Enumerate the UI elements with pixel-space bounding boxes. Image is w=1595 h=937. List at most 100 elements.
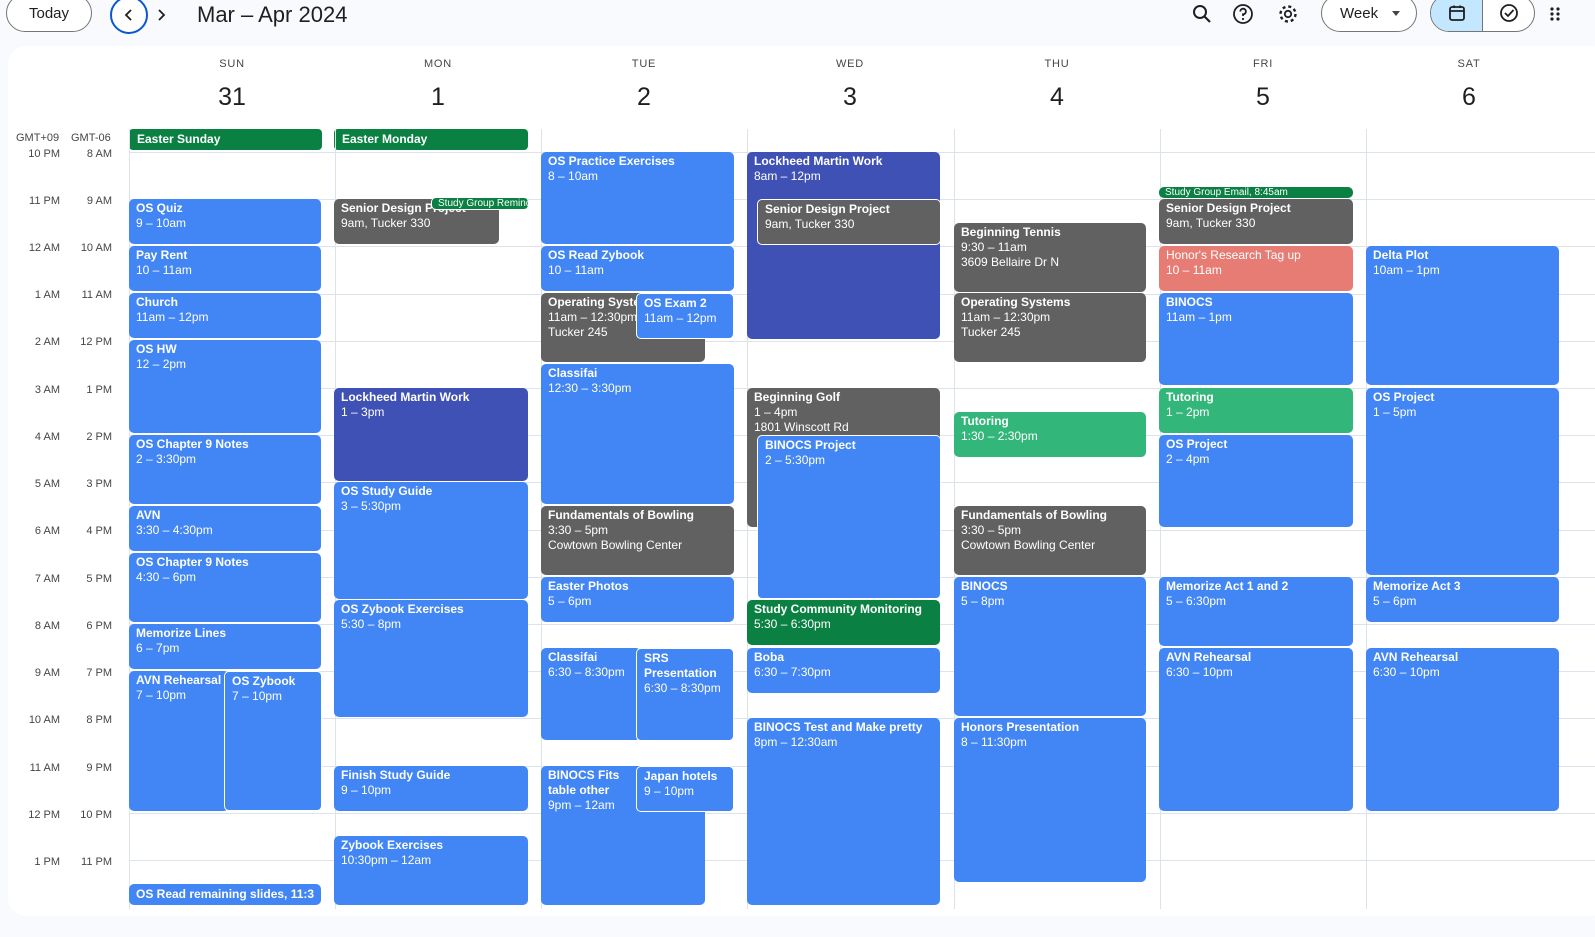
next-week-button[interactable] xyxy=(142,0,180,34)
event-time: 6 – 7pm xyxy=(136,641,180,655)
event-card[interactable]: Fundamentals of Bowling 3:30 – 5pm Cowto… xyxy=(954,506,1146,575)
event-card[interactable]: Memorize Lines 6 – 7pm xyxy=(129,624,321,669)
event-card[interactable]: OS Zybook Exercises 5:30 – 8pm xyxy=(334,600,528,717)
event-time: 8 – 11:30pm xyxy=(961,735,1027,749)
event-card[interactable]: SRS Presentation 6:30 – 8:30pm xyxy=(636,648,734,741)
event-card[interactable]: OS Zybook 7 – 10pm xyxy=(224,671,322,811)
event-card[interactable]: Tutoring 1 – 2pm xyxy=(1159,388,1353,433)
event-card[interactable]: OS Study Guide 3 – 5:30pm xyxy=(334,482,528,599)
event-card[interactable]: AVN 3:30 – 4:30pm xyxy=(129,506,321,551)
event-card[interactable]: OS HW 12 – 2pm xyxy=(129,340,321,433)
day-number[interactable]: 4 xyxy=(954,83,1160,112)
event-title: Tutoring xyxy=(1166,390,1214,404)
event-card[interactable]: BINOCS 5 – 8pm xyxy=(954,577,1146,716)
event-card[interactable]: OS Read Zybook 10 – 11am xyxy=(541,246,734,291)
event-card[interactable]: OS Chapter 9 Notes 4:30 – 6pm xyxy=(129,553,321,622)
day-number[interactable]: 6 xyxy=(1366,83,1572,112)
view-selector[interactable]: Week xyxy=(1321,0,1417,32)
day-number[interactable]: 1 xyxy=(335,83,541,112)
event-card[interactable]: OS Project 2 – 4pm xyxy=(1159,435,1353,527)
time-label: 1 PM xyxy=(34,856,60,868)
event-card[interactable]: BINOCS Test and Make pretty 8pm – 12:30a… xyxy=(747,718,940,905)
allday-event[interactable]: Easter Monday xyxy=(334,129,528,150)
event-time: 9:30 – 11am xyxy=(961,240,1027,254)
event-card[interactable]: Senior Design Project 9am, Tucker 330 xyxy=(757,199,941,245)
event-card[interactable]: AVN Rehearsal 6:30 – 10pm xyxy=(1366,648,1559,811)
help-button[interactable] xyxy=(1227,0,1259,30)
event-title: AVN Rehearsal xyxy=(1373,650,1459,664)
event-card[interactable]: Memorize Act 1 and 2 5 – 6:30pm xyxy=(1159,577,1353,646)
today-button[interactable]: Today xyxy=(6,0,92,32)
time-label: 10 AM xyxy=(28,714,60,726)
event-title: Lockheed Martin Work xyxy=(754,154,883,168)
day-header-mon[interactable]: MON 1 xyxy=(335,58,541,112)
event-card[interactable]: OS Chapter 9 Notes 2 – 3:30pm xyxy=(129,435,321,504)
event-card[interactable]: Study Community Monitoring 5:30 – 6:30pm xyxy=(747,600,940,645)
event-card[interactable]: Easter Photos 5 – 6pm xyxy=(541,577,734,622)
event-time: 6:30 – 8:30pm xyxy=(644,681,721,695)
event-card[interactable]: Japan hotels 9 – 10pm xyxy=(636,766,734,812)
reminder-chip[interactable]: Study Group Reminder xyxy=(431,197,529,210)
event-title: Pay Rent xyxy=(136,248,188,262)
event-card[interactable]: Operating Systems 11am – 12:30pm Tucker … xyxy=(954,293,1146,362)
event-title: Fundamentals of Bowling xyxy=(548,508,694,522)
event-card[interactable]: Boba 6:30 – 7:30pm xyxy=(747,648,940,693)
event-card[interactable]: AVN Rehearsal 6:30 – 10pm xyxy=(1159,648,1353,811)
calendar-view-button[interactable] xyxy=(1431,0,1482,31)
chevron-left-icon xyxy=(124,9,132,21)
event-card[interactable]: OS Exam 2 11am – 12pm xyxy=(636,293,734,339)
time-label: 3 AM xyxy=(34,384,60,396)
event-card[interactable]: Classifai 6:30 – 8:30pm xyxy=(541,648,641,740)
event-card[interactable]: AVN Rehearsal 7 – 10pm xyxy=(129,671,229,811)
event-card[interactable]: Lockheed Martin Work 8am – 12pm xyxy=(747,152,940,339)
event-title: Boba xyxy=(754,650,784,664)
event-card[interactable]: OS Practice Exercises 8 – 10am xyxy=(541,152,734,244)
allday-event[interactable]: Easter Sunday xyxy=(129,129,322,150)
event-card[interactable]: Church 11am – 12pm xyxy=(129,293,321,338)
event-card[interactable]: BINOCS Project 2 – 5:30pm xyxy=(757,435,941,599)
day-header-sun[interactable]: SUN 31 xyxy=(129,58,335,112)
event-card[interactable]: OS Quiz 9 – 10am xyxy=(129,199,321,244)
event-time: 10 – 11am xyxy=(136,263,192,277)
event-title: AVN Rehearsal xyxy=(136,673,222,687)
event-title: Memorize Act 3 xyxy=(1373,579,1461,593)
event-card[interactable]: Delta Plot 10am – 1pm xyxy=(1366,246,1559,385)
event-card[interactable]: Beginning Tennis 9:30 – 11am 3609 Bellai… xyxy=(954,223,1146,292)
event-location: Cowtown Bowling Center xyxy=(548,538,683,552)
time-label: 11 PM xyxy=(29,195,60,207)
day-header-tue[interactable]: TUE 2 xyxy=(541,58,747,112)
day-number[interactable]: 5 xyxy=(1160,83,1366,112)
day-header-fri[interactable]: FRI 5 xyxy=(1160,58,1366,112)
event-card[interactable]: Lockheed Martin Work 1 – 3pm xyxy=(334,388,528,481)
event-card[interactable]: OS Read remaining slides, 11:30pm xyxy=(129,884,321,905)
tasks-view-button[interactable] xyxy=(1482,0,1534,31)
day-header-thu[interactable]: THU 4 xyxy=(954,58,1160,112)
event-time: 10am – 1pm xyxy=(1373,263,1440,277)
event-card[interactable]: Memorize Act 3 5 – 6pm xyxy=(1366,577,1559,622)
event-time: 11am – 12:30pm xyxy=(961,310,1051,324)
day-header-wed[interactable]: WED 3 xyxy=(747,58,953,112)
day-number[interactable]: 31 xyxy=(129,83,335,112)
event-title: BINOCS Project xyxy=(765,438,856,452)
day-number[interactable]: 3 xyxy=(747,83,953,112)
day-of-week: FRI xyxy=(1252,58,1274,70)
reminder-chip[interactable]: Study Group Email, 8:45am xyxy=(1159,187,1353,198)
event-card[interactable]: Honors Presentation 8 – 11:30pm xyxy=(954,718,1146,882)
apps-button[interactable] xyxy=(1545,0,1567,30)
event-card[interactable]: Honor's Research Tag up 10 – 11am xyxy=(1159,246,1353,291)
event-card[interactable]: Senior Design Project 9am, Tucker 330 xyxy=(1159,199,1353,244)
time-label: 11 PM xyxy=(81,856,112,868)
search-button[interactable] xyxy=(1186,0,1218,30)
event-card[interactable]: Finish Study Guide 9 – 10pm xyxy=(334,766,528,811)
event-card[interactable]: Zybook Exercises 10:30pm – 12am xyxy=(334,836,528,905)
day-number[interactable]: 2 xyxy=(541,83,747,112)
event-card[interactable]: Fundamentals of Bowling 3:30 – 5pm Cowto… xyxy=(541,506,734,575)
event-card[interactable]: Tutoring 1:30 – 2:30pm xyxy=(954,412,1146,457)
settings-button[interactable] xyxy=(1272,0,1304,30)
event-card[interactable]: Pay Rent 10 – 11am xyxy=(129,246,321,291)
event-card[interactable]: OS Project 1 – 5pm xyxy=(1366,388,1559,575)
day-header-sat[interactable]: SAT 6 xyxy=(1366,58,1572,112)
event-location: Tucker 245 xyxy=(961,325,1021,339)
event-card[interactable]: BINOCS 11am – 1pm xyxy=(1159,293,1353,385)
event-card[interactable]: Classifai 12:30 – 3:30pm xyxy=(541,364,734,504)
